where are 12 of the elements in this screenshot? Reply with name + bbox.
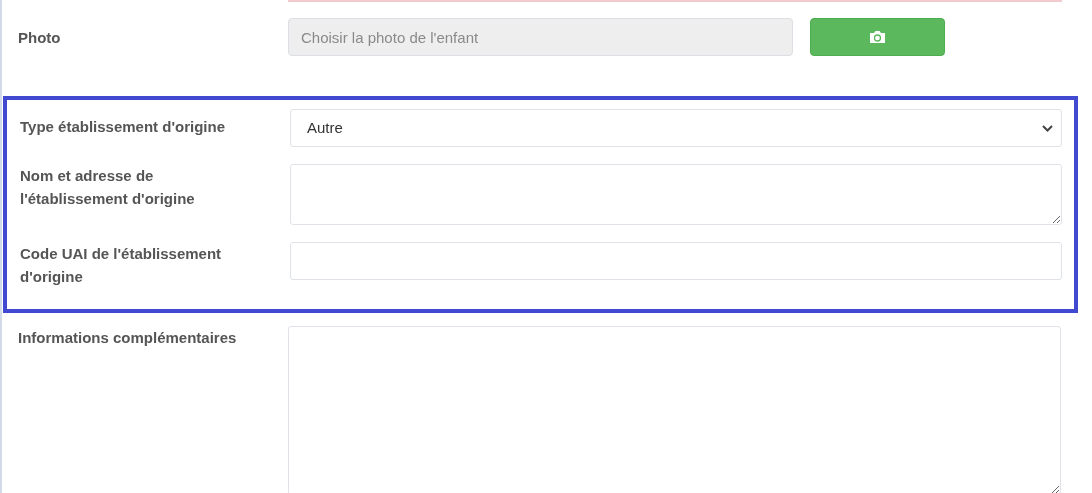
field-label: Type établissement d'origine (20, 117, 226, 137)
field-label: Photo (18, 28, 62, 48)
chevron-down-icon (1042, 124, 1053, 132)
field-label: Nom et adresse de l'établissement d'origine (20, 166, 196, 209)
field-label: Informations complémentaires (18, 328, 238, 348)
text-area[interactable] (288, 326, 1061, 493)
camera-button[interactable] (810, 18, 945, 56)
select-field[interactable]: Autre (290, 109, 1062, 147)
text-area[interactable] (290, 164, 1062, 225)
field-label: Code UAI de l'établissement d'origine (20, 244, 223, 287)
camera-icon (869, 30, 886, 44)
text-field[interactable] (290, 242, 1062, 280)
